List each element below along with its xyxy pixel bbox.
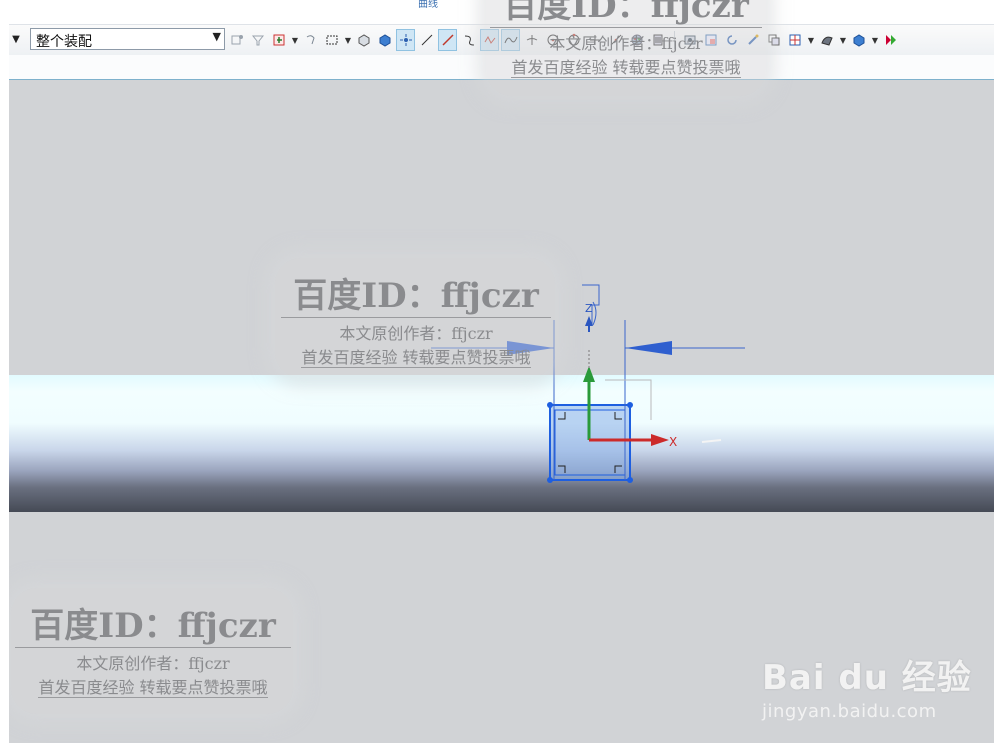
rectangle-select-icon[interactable]: [322, 29, 341, 51]
baidu-url: jingyan.baidu.com: [762, 701, 937, 722]
chevron-down-icon[interactable]: ▼: [343, 29, 353, 51]
watermark: 百度ID：ffjczr 本文原创作者：ffjczr 首发百度经验 转载要点赞投票…: [281, 268, 551, 368]
watermark-title: 百度ID：ffjczr: [503, 0, 749, 26]
chevron-down-icon[interactable]: ▼: [838, 29, 848, 51]
watermark-author: 本文原创作者：ffjczr: [15, 647, 291, 674]
curve-icon[interactable]: [459, 29, 478, 51]
baidu-logo-text: Bai du 经验: [762, 658, 972, 698]
window-right-edge: [994, 0, 1000, 753]
ribbon-group-title: 曲线: [418, 0, 438, 10]
watermark: 百度ID：ffjczr 本文原创作者：ffjczr 首发百度经验 转载要点赞投票…: [490, 0, 762, 78]
assembly-scope-select[interactable]: 整个装配 ▼: [30, 28, 225, 50]
copy-icon[interactable]: [764, 29, 783, 51]
chevron-down-icon[interactable]: ▼: [290, 29, 300, 51]
watermark-note: 首发百度经验 转载要点赞投票哦: [38, 678, 268, 698]
point-snap-icon[interactable]: [396, 29, 415, 51]
cube-color-icon[interactable]: [849, 29, 868, 51]
watermark-title: 百度ID：ffjczr: [30, 606, 276, 646]
line-icon-2[interactable]: [438, 29, 457, 51]
watermark-title: 百度ID：ffjczr: [293, 276, 539, 316]
shape-icon[interactable]: [817, 29, 836, 51]
chevron-down-icon: ▼: [212, 30, 221, 43]
window-bottom-edge: [0, 743, 1000, 753]
snap-point-icon[interactable]: [227, 29, 246, 51]
graphics-viewport[interactable]: X Z 百度ID：ffjczr 本文原创作者：ffjczr 首发百度经验 转载要…: [9, 80, 994, 743]
svg-text:Z: Z: [585, 302, 593, 315]
watermark-author: 本文原创作者：ffjczr: [281, 317, 551, 344]
chevron-down-icon[interactable]: ▼: [870, 29, 880, 51]
line-icon[interactable]: [417, 29, 436, 51]
type-filter-dropdown[interactable]: ▼: [9, 31, 23, 49]
grid-icon[interactable]: [785, 29, 804, 51]
svg-text:X: X: [669, 435, 677, 449]
filter-icon[interactable]: [248, 29, 267, 51]
watermark-author: 本文原创作者：ffjczr: [490, 27, 762, 54]
shaded-cube-icon[interactable]: [375, 29, 394, 51]
watermark-note: 首发百度经验 转载要点赞投票哦: [301, 348, 531, 368]
view-cube-icon[interactable]: [354, 29, 373, 51]
watermark-note: 首发百度经验 转载要点赞投票哦: [511, 58, 741, 78]
chevron-down-icon[interactable]: ▼: [806, 29, 816, 51]
baidu-jingyan-logo: Bai du 经验 jingyan.baidu.com: [762, 650, 972, 722]
select-box-icon[interactable]: [269, 29, 288, 51]
more-icon[interactable]: [881, 29, 900, 51]
rotate-icon[interactable]: [301, 29, 320, 51]
watermark: 百度ID：ffjczr 本文原创作者：ffjczr 首发百度经验 转载要点赞投票…: [15, 598, 291, 698]
pipe-body: [9, 375, 994, 512]
assembly-scope-value: 整个装配: [36, 34, 92, 50]
